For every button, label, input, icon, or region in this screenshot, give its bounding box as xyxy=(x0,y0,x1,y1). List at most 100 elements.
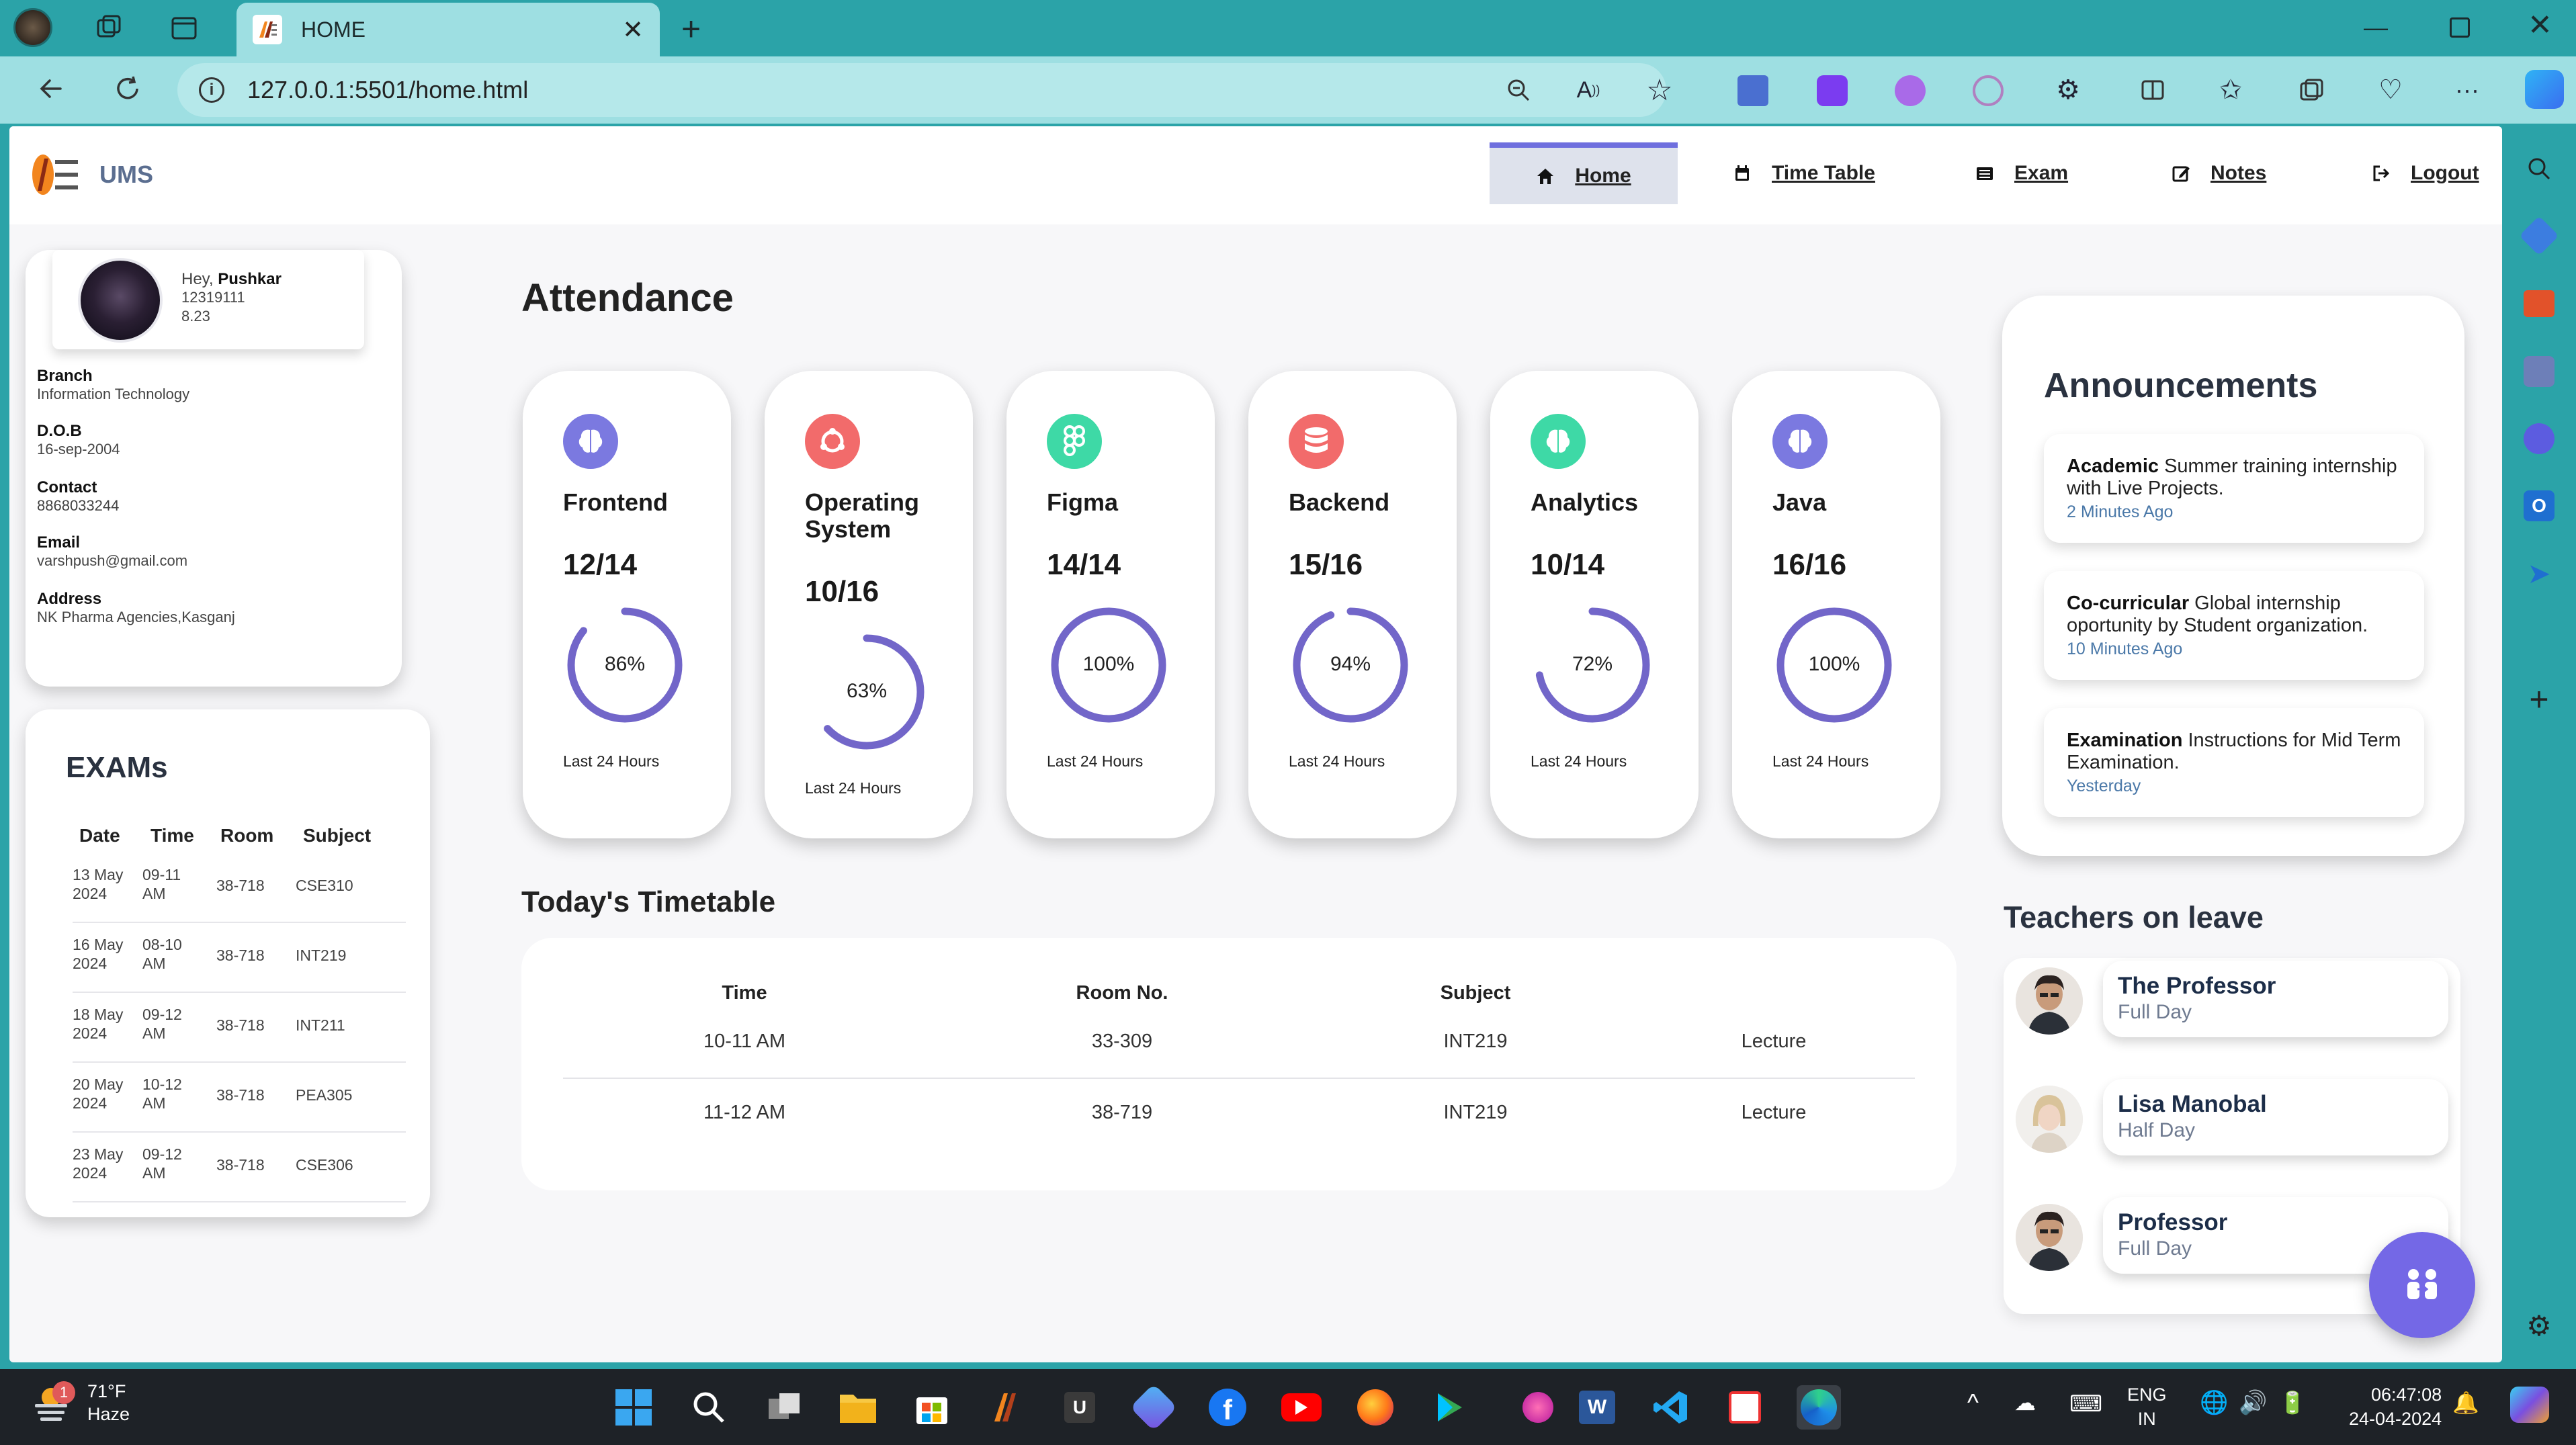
facebook-icon[interactable]: f xyxy=(1205,1385,1250,1430)
extension-2-icon[interactable] xyxy=(1817,75,1848,106)
app-pink-icon[interactable] xyxy=(1516,1385,1560,1430)
nav-logout[interactable]: Logout xyxy=(2372,142,2479,204)
sidebar-send-icon[interactable]: ➤ xyxy=(2524,558,2554,589)
extension-4-icon[interactable] xyxy=(1973,75,2004,106)
attendance-card-backend[interactable]: Backend 15/16 94% Last 24 Hours xyxy=(1248,371,1457,838)
favorites-icon[interactable]: ✩ xyxy=(2212,71,2249,109)
battery-icon[interactable]: 🔋 xyxy=(2279,1391,2306,1415)
announcement-item[interactable]: Academic Summer training internship with… xyxy=(2044,434,2424,543)
exam-time: 10-12 AM xyxy=(142,1075,182,1112)
brain-icon xyxy=(563,414,618,469)
start-icon[interactable] xyxy=(611,1385,656,1430)
attendance-card-java[interactable]: Java 16/16 100% Last 24 Hours xyxy=(1732,371,1940,838)
taskbar-search-icon[interactable] xyxy=(687,1385,731,1430)
split-screen-icon[interactable] xyxy=(2134,71,2172,109)
tab-home[interactable]: HOME ✕ xyxy=(237,3,660,56)
back-icon[interactable] xyxy=(31,69,71,109)
attendance-card-operating-system[interactable]: Operating System 10/16 63% Last 24 Hours xyxy=(765,371,973,838)
attendance-title: Attendance xyxy=(521,276,734,320)
teacher-row[interactable]: The Professor Full Day xyxy=(2004,961,2460,1041)
nav-home[interactable]: Home xyxy=(1490,142,1678,204)
new-tab-icon[interactable]: + xyxy=(681,9,701,48)
greeting: Hey, Pushkar xyxy=(181,270,282,289)
sidebar-games-icon[interactable] xyxy=(2524,356,2554,387)
word-icon[interactable]: W xyxy=(1575,1385,1619,1430)
edge-icon[interactable] xyxy=(1797,1385,1841,1430)
nav-time-table[interactable]: Time Table xyxy=(1733,142,1875,204)
vscode-icon[interactable] xyxy=(1649,1385,1693,1430)
collections-icon[interactable] xyxy=(2292,71,2330,109)
volume-icon[interactable]: 🔊 xyxy=(2239,1391,2267,1415)
sidebar-copilot-icon[interactable] xyxy=(2524,423,2554,454)
nav-exam[interactable]: Exam xyxy=(1975,142,2068,204)
more-icon[interactable]: ··· xyxy=(2448,71,2486,109)
firefox-icon[interactable] xyxy=(1353,1385,1398,1430)
announcement-time: Yesterday xyxy=(2067,777,2141,795)
exam-room: 38-718 xyxy=(216,1016,265,1034)
copilot-taskbar-icon[interactable] xyxy=(1129,1383,1178,1432)
language-indicator[interactable]: ENG IN xyxy=(2127,1383,2167,1431)
logo[interactable]: UMS xyxy=(30,150,153,199)
show-hidden-icons[interactable]: ^ xyxy=(1967,1391,1979,1415)
announcement-item[interactable]: Examination Instructions for Mid Term Ex… xyxy=(2044,708,2424,817)
file-explorer-icon[interactable] xyxy=(836,1385,880,1430)
address-bar[interactable]: i 127.0.0.1:5501/home.html xyxy=(177,63,1666,117)
lpu-app-icon[interactable] xyxy=(984,1385,1028,1430)
favorite-star-icon[interactable]: ☆ xyxy=(1641,71,1678,109)
url-text[interactable]: 127.0.0.1:5501/home.html xyxy=(247,76,528,104)
keyboard-icon[interactable]: ⌨ xyxy=(2069,1392,2102,1416)
close-tab-icon[interactable]: ✕ xyxy=(622,15,644,45)
tab-actions-icon[interactable] xyxy=(169,13,199,43)
attendance-card-figma[interactable]: Figma 14/14 100% Last 24 Hours xyxy=(1006,371,1215,838)
clock[interactable]: 06:47:08 24-04-2024 xyxy=(2349,1383,2442,1431)
workspaces-icon[interactable] xyxy=(94,13,124,43)
sidebar-settings-icon[interactable]: ⚙ xyxy=(2522,1309,2556,1342)
top-navbar: UMS Home Time Table Exam Notes Logout xyxy=(9,126,2502,224)
copilot-icon[interactable] xyxy=(2525,70,2564,109)
nav-time-table-label: Time Table xyxy=(1772,162,1875,184)
health-icon[interactable]: ♡ xyxy=(2372,71,2409,109)
onedrive-icon[interactable]: ☁ xyxy=(2014,1391,2036,1415)
copilot-tray-icon[interactable] xyxy=(2510,1387,2549,1423)
ms-store-icon[interactable] xyxy=(910,1385,954,1430)
refresh-icon[interactable] xyxy=(108,69,148,109)
extensions-icon[interactable]: ⚙ xyxy=(2049,71,2087,109)
site-info-icon[interactable]: i xyxy=(199,77,224,103)
sidebar-search-icon[interactable] xyxy=(2521,150,2557,187)
youtube-icon[interactable] xyxy=(1279,1385,1324,1430)
nav-notes[interactable]: Notes xyxy=(2172,142,2266,204)
teacher-row[interactable]: Lisa Manobal Half Day xyxy=(2004,1079,2460,1159)
read-aloud-icon[interactable]: A)) xyxy=(1570,71,1607,109)
attendance-card-frontend[interactable]: Frontend 12/14 86% Last 24 Hours xyxy=(523,371,731,838)
google-play-icon[interactable] xyxy=(1427,1385,1471,1430)
attendance-card-analytics[interactable]: Analytics 10/14 72% Last 24 Hours xyxy=(1490,371,1699,838)
profile-avatar-icon[interactable] xyxy=(13,8,52,47)
sidebar-tools-icon[interactable] xyxy=(2524,290,2554,317)
nav-notes-label: Notes xyxy=(2210,162,2267,184)
attendance-count: 10/16 xyxy=(805,575,879,608)
minimize-icon[interactable]: — xyxy=(2364,13,2388,42)
restore-icon[interactable] xyxy=(2450,17,2470,38)
notifications-icon[interactable]: 🔔 xyxy=(2452,1391,2479,1415)
weather-widget[interactable]: 71°F Haze xyxy=(30,1380,130,1426)
attendance-period: Last 24 Hours xyxy=(1772,752,1869,770)
dob-label: D.O.B xyxy=(37,422,82,440)
u-app-icon[interactable]: U xyxy=(1058,1385,1102,1430)
teacher-name: Lisa Manobal xyxy=(2118,1091,2267,1117)
ubuntu-icon xyxy=(805,414,860,469)
lpu-logo-icon xyxy=(30,150,94,199)
exam-time-range: 08-10 xyxy=(142,936,182,953)
tt-row2-room: 38-719 xyxy=(1091,1102,1153,1123)
close-window-icon[interactable]: ✕ xyxy=(2528,8,2552,42)
announcement-item[interactable]: Co-curricular Global internship oportuni… xyxy=(2044,571,2424,680)
extension-3-icon[interactable] xyxy=(1895,75,1926,106)
task-view-icon[interactable] xyxy=(762,1385,806,1430)
snipping-tool-icon[interactable] xyxy=(1723,1385,1767,1430)
network-icon[interactable]: 🌐 xyxy=(2200,1391,2228,1415)
sidebar-add-icon[interactable]: + xyxy=(2522,681,2556,718)
extension-1-icon[interactable] xyxy=(1737,75,1768,106)
zoom-icon[interactable] xyxy=(1500,71,1537,109)
sidebar-outlook-icon[interactable]: O xyxy=(2524,490,2554,521)
sidebar-shopping-icon[interactable] xyxy=(2519,216,2559,256)
chat-fab-button[interactable] xyxy=(2369,1232,2475,1338)
